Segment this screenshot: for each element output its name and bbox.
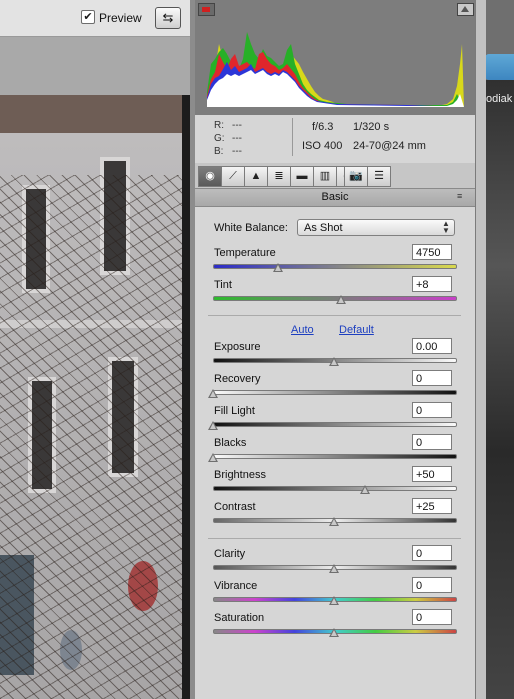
vibrance-field[interactable]: 0 <box>412 577 452 593</box>
blacks-field[interactable]: 0 <box>412 434 452 450</box>
saturation-field[interactable]: 0 <box>412 609 452 625</box>
exposure-slider-thumb[interactable] <box>329 357 339 366</box>
tab-detail[interactable]: ▲ <box>244 166 268 187</box>
white-balance-select[interactable]: As Shot <box>297 219 455 236</box>
recovery-slider-thumb[interactable] <box>208 389 218 398</box>
contrast-field[interactable]: +25 <box>412 498 452 514</box>
iso: ISO 400 <box>302 140 343 152</box>
selected-item-highlight[interactable] <box>485 54 514 80</box>
info-divider <box>292 118 293 156</box>
temperature-field[interactable]: 4750 <box>412 244 452 260</box>
aperture: f/6.3 <box>312 121 334 133</box>
tab-split-toning[interactable]: ▬ <box>290 166 314 187</box>
panel-title: Basic <box>195 189 475 207</box>
saturation-label: Saturation <box>214 612 265 624</box>
recovery-field[interactable]: 0 <box>412 370 452 386</box>
highlight-clipping-indicator <box>461 6 469 12</box>
brightness-slider-track[interactable] <box>213 486 457 491</box>
g-value: --- <box>232 133 242 144</box>
preview-checkbox[interactable]: ✔ <box>81 10 95 24</box>
photo-roof <box>0 95 182 133</box>
section-divider <box>208 315 461 316</box>
preview-label: Preview <box>99 11 142 25</box>
partial-caption: odiak <box>486 93 513 105</box>
blacks-slider-thumb[interactable] <box>208 453 218 462</box>
chevron-up-down-icon: ▲ ▼ <box>442 219 450 235</box>
brightness-label: Brightness <box>214 469 266 481</box>
blacks-slider-track[interactable] <box>213 454 457 459</box>
brightness-slider-thumb[interactable] <box>360 485 371 494</box>
section-divider <box>208 538 461 539</box>
fill-light-field[interactable]: 0 <box>412 402 452 418</box>
tab-basic[interactable]: ◉ <box>198 166 222 187</box>
auto-link[interactable]: Auto <box>291 324 314 336</box>
tint-label: Tint <box>214 279 232 291</box>
second-photo <box>485 80 514 699</box>
contrast-slider-thumb[interactable] <box>329 517 339 526</box>
tint-field[interactable]: +8 <box>412 276 452 292</box>
vibrance-label: Vibrance <box>214 580 258 592</box>
tab-lens-corrections[interactable]: ▥ <box>313 166 337 187</box>
exposure-field[interactable]: 0.00 <box>412 338 452 354</box>
temperature-slider-thumb[interactable] <box>273 263 284 272</box>
photo-tree-branches <box>0 175 182 699</box>
tab-presets[interactable]: ☰ <box>367 166 391 187</box>
b-value: --- <box>232 146 242 157</box>
tint-slider-thumb[interactable] <box>336 295 347 304</box>
contrast-label: Contrast <box>214 501 256 513</box>
histogram <box>207 32 464 107</box>
preview-border <box>182 95 190 699</box>
tab-camera-calibration[interactable]: 📷 <box>344 166 368 187</box>
shadow-clipping-indicator <box>202 7 210 12</box>
tab-hsl[interactable]: ≣ <box>267 166 291 187</box>
clarity-slider-thumb[interactable] <box>329 564 339 573</box>
tint-slider-track[interactable] <box>213 296 457 301</box>
fill-light-slider-track[interactable] <box>213 422 457 427</box>
recovery-slider-track[interactable] <box>213 390 457 395</box>
swap-view-button[interactable]: ⇆ <box>155 7 181 29</box>
g-label: G: <box>214 133 225 144</box>
clarity-label: Clarity <box>214 548 246 560</box>
b-label: B: <box>214 146 224 157</box>
fill-light-slider-thumb[interactable] <box>208 421 218 430</box>
default-link[interactable]: Default <box>339 324 374 336</box>
white-balance-label: White Balance: <box>214 222 288 234</box>
r-value: --- <box>232 120 242 131</box>
panel-divider[interactable] <box>475 0 486 699</box>
exposure-label: Exposure <box>214 341 261 353</box>
panel-menu-icon[interactable]: ≡ <box>457 191 462 201</box>
photo-preview <box>0 95 182 699</box>
swap-icon: ⇆ <box>162 10 174 25</box>
recovery-label: Recovery <box>214 373 261 385</box>
fill-light-label: Fill Light <box>214 405 255 417</box>
tab-tone-curve[interactable]: ⟋ <box>221 166 245 187</box>
temperature-slider-track[interactable] <box>213 264 457 269</box>
r-label: R: <box>214 120 224 131</box>
lens: 24-70@24 mm <box>353 140 426 152</box>
clarity-field[interactable]: 0 <box>412 545 452 561</box>
shutter-speed: 1/320 s <box>353 121 390 133</box>
temperature-label: Temperature <box>214 247 276 259</box>
blacks-label: Blacks <box>214 437 247 449</box>
saturation-slider-thumb[interactable] <box>329 628 339 637</box>
vibrance-slider-thumb[interactable] <box>329 596 339 605</box>
brightness-field[interactable]: +50 <box>412 466 452 482</box>
